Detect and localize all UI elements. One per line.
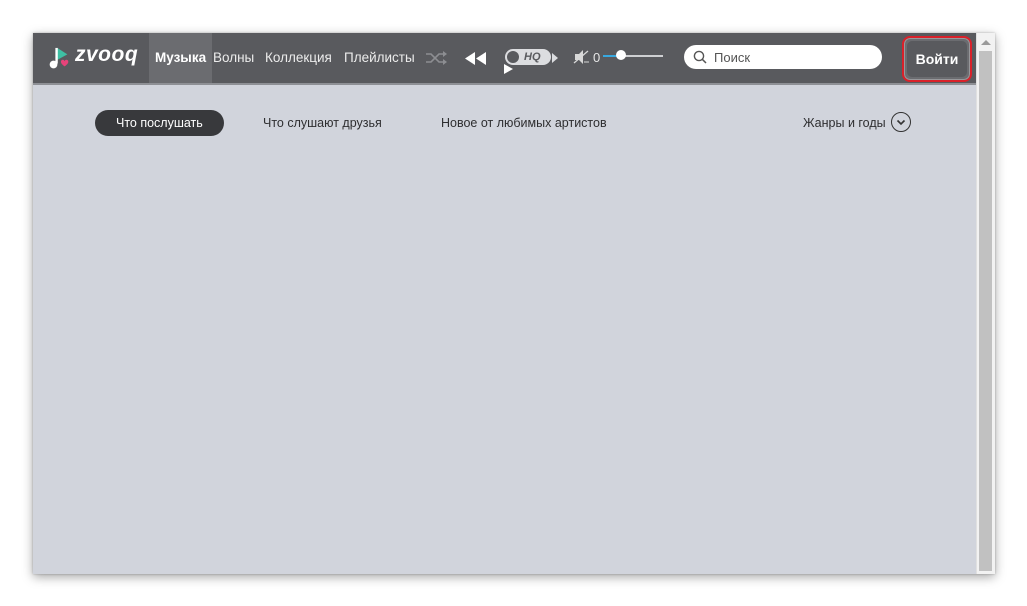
search-icon: [693, 50, 707, 64]
volume-value: 0: [593, 50, 601, 65]
hq-toggle[interactable]: HQ: [505, 49, 551, 65]
scroll-up-arrow-icon[interactable]: [981, 40, 991, 45]
brand-name[interactable]: zvooq: [75, 43, 138, 67]
vertical-scrollbar[interactable]: [976, 33, 995, 574]
login-button[interactable]: Войти: [907, 41, 967, 77]
search-input[interactable]: [684, 45, 882, 69]
zvooq-logo-icon[interactable]: [47, 47, 73, 71]
login-button-highlight: Войти: [902, 36, 972, 82]
previous-track-icon[interactable]: [465, 52, 487, 65]
volume-slider-handle[interactable]: [616, 50, 626, 60]
genres-years-label[interactable]: Жанры и годы: [803, 110, 886, 136]
tab-friends-listen[interactable]: Что слушают друзья: [263, 110, 382, 136]
top-bar: zvooq Музыка Волны Коллекция Плейлисты H…: [33, 33, 977, 85]
volume-mute-icon[interactable]: [573, 49, 591, 65]
nav-item-waves[interactable]: Волны: [207, 33, 260, 83]
shuffle-icon[interactable]: [425, 51, 447, 65]
nav-item-music[interactable]: Музыка: [149, 33, 213, 83]
volume-slider-track[interactable]: [603, 55, 663, 57]
hq-arrow-icon: [552, 53, 558, 63]
scrollbar-thumb[interactable]: [979, 51, 992, 571]
play-icon[interactable]: [504, 64, 513, 74]
nav-item-collection[interactable]: Коллекция: [259, 33, 338, 83]
hq-label: HQ: [524, 51, 541, 63]
tab-what-to-listen[interactable]: Что послушать: [95, 110, 224, 136]
nav-item-playlists[interactable]: Плейлисты: [338, 33, 421, 83]
genres-chevron-down-icon[interactable]: [891, 112, 911, 132]
tab-new-from-artists[interactable]: Новое от любимых артистов: [441, 110, 607, 136]
app-window: zvooq Музыка Волны Коллекция Плейлисты H…: [33, 33, 995, 574]
hq-toggle-knob: [507, 51, 519, 63]
